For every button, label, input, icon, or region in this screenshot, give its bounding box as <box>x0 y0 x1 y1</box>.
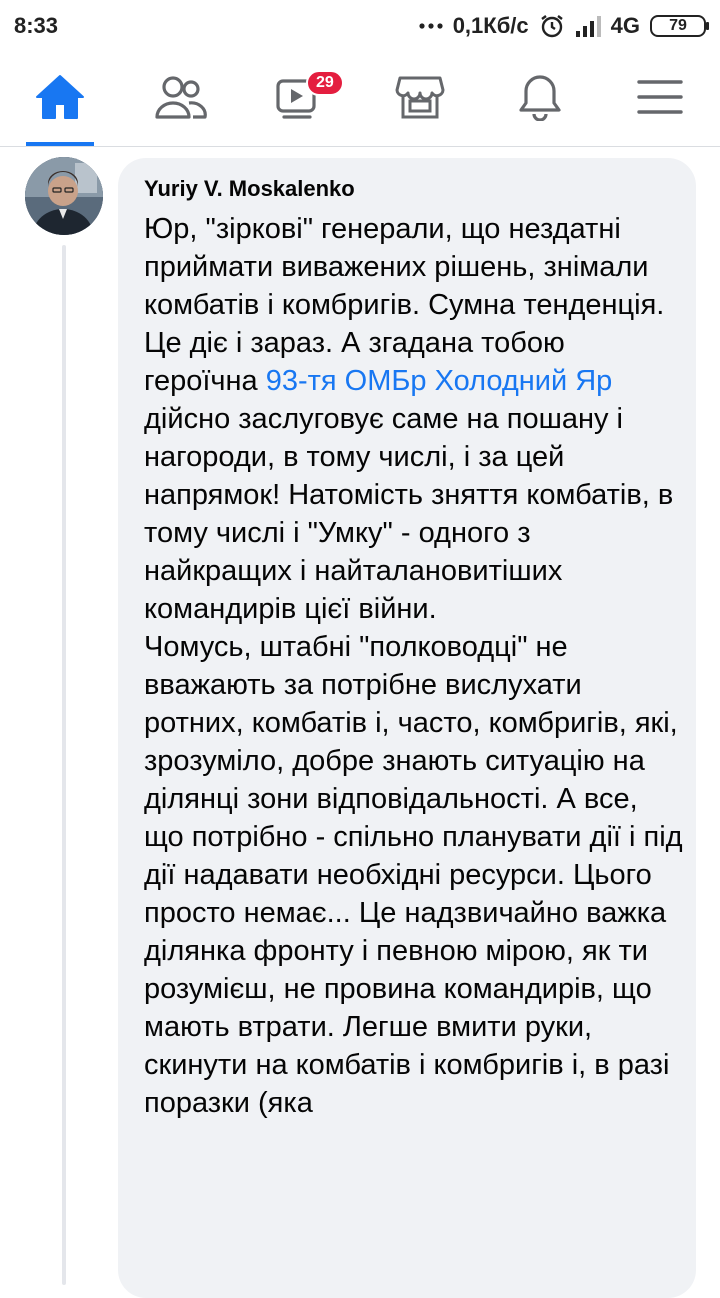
alarm-icon <box>539 13 565 39</box>
mention-link[interactable]: 93-тя ОМБр Холодний Яр <box>266 365 613 397</box>
network-speed: 0,1Кб/с <box>452 13 529 38</box>
status-time: 8:33 <box>14 13 59 38</box>
comment-text: Юр, "зіркові" генерали, що нездатні прий… <box>144 210 684 1122</box>
watch-badge: 29 <box>306 70 344 96</box>
avatar-photo <box>25 157 103 235</box>
tab-watch[interactable]: 29 <box>240 52 360 146</box>
home-icon <box>34 73 86 126</box>
top-navigation: 29 <box>0 52 720 147</box>
battery-level: 79 <box>669 17 687 34</box>
friends-icon <box>153 74 207 125</box>
more-dots-icon <box>419 22 443 30</box>
menu-icon <box>636 77 684 122</box>
tab-notifications[interactable] <box>480 52 600 146</box>
tab-menu[interactable] <box>600 52 720 146</box>
comment-paragraph: Чомусь, штабні "полководці" не вважають … <box>144 631 683 1119</box>
comment-author[interactable]: Yuriy V. Moskalenko <box>144 176 355 202</box>
marketplace-icon <box>395 74 445 125</box>
tab-friends[interactable] <box>120 52 240 146</box>
avatar[interactable] <box>25 157 103 235</box>
battery-icon: 79 <box>650 15 709 37</box>
comment-text-part: дійсно заслуговує саме на пошану і нагор… <box>144 403 674 625</box>
bell-icon <box>517 73 563 126</box>
thread-line <box>62 245 66 1285</box>
status-bar: 8:33 0,1Кб/с 4G 79 <box>0 0 720 52</box>
tab-home[interactable] <box>0 52 120 146</box>
signal-icon <box>575 15 601 37</box>
tab-marketplace[interactable] <box>360 52 480 146</box>
comment-paragraph: Юр, "зіркові" генерали, що нездатні прий… <box>144 210 684 628</box>
network-type: 4G <box>610 13 640 38</box>
status-right: 0,1Кб/с 4G 79 <box>419 13 720 39</box>
